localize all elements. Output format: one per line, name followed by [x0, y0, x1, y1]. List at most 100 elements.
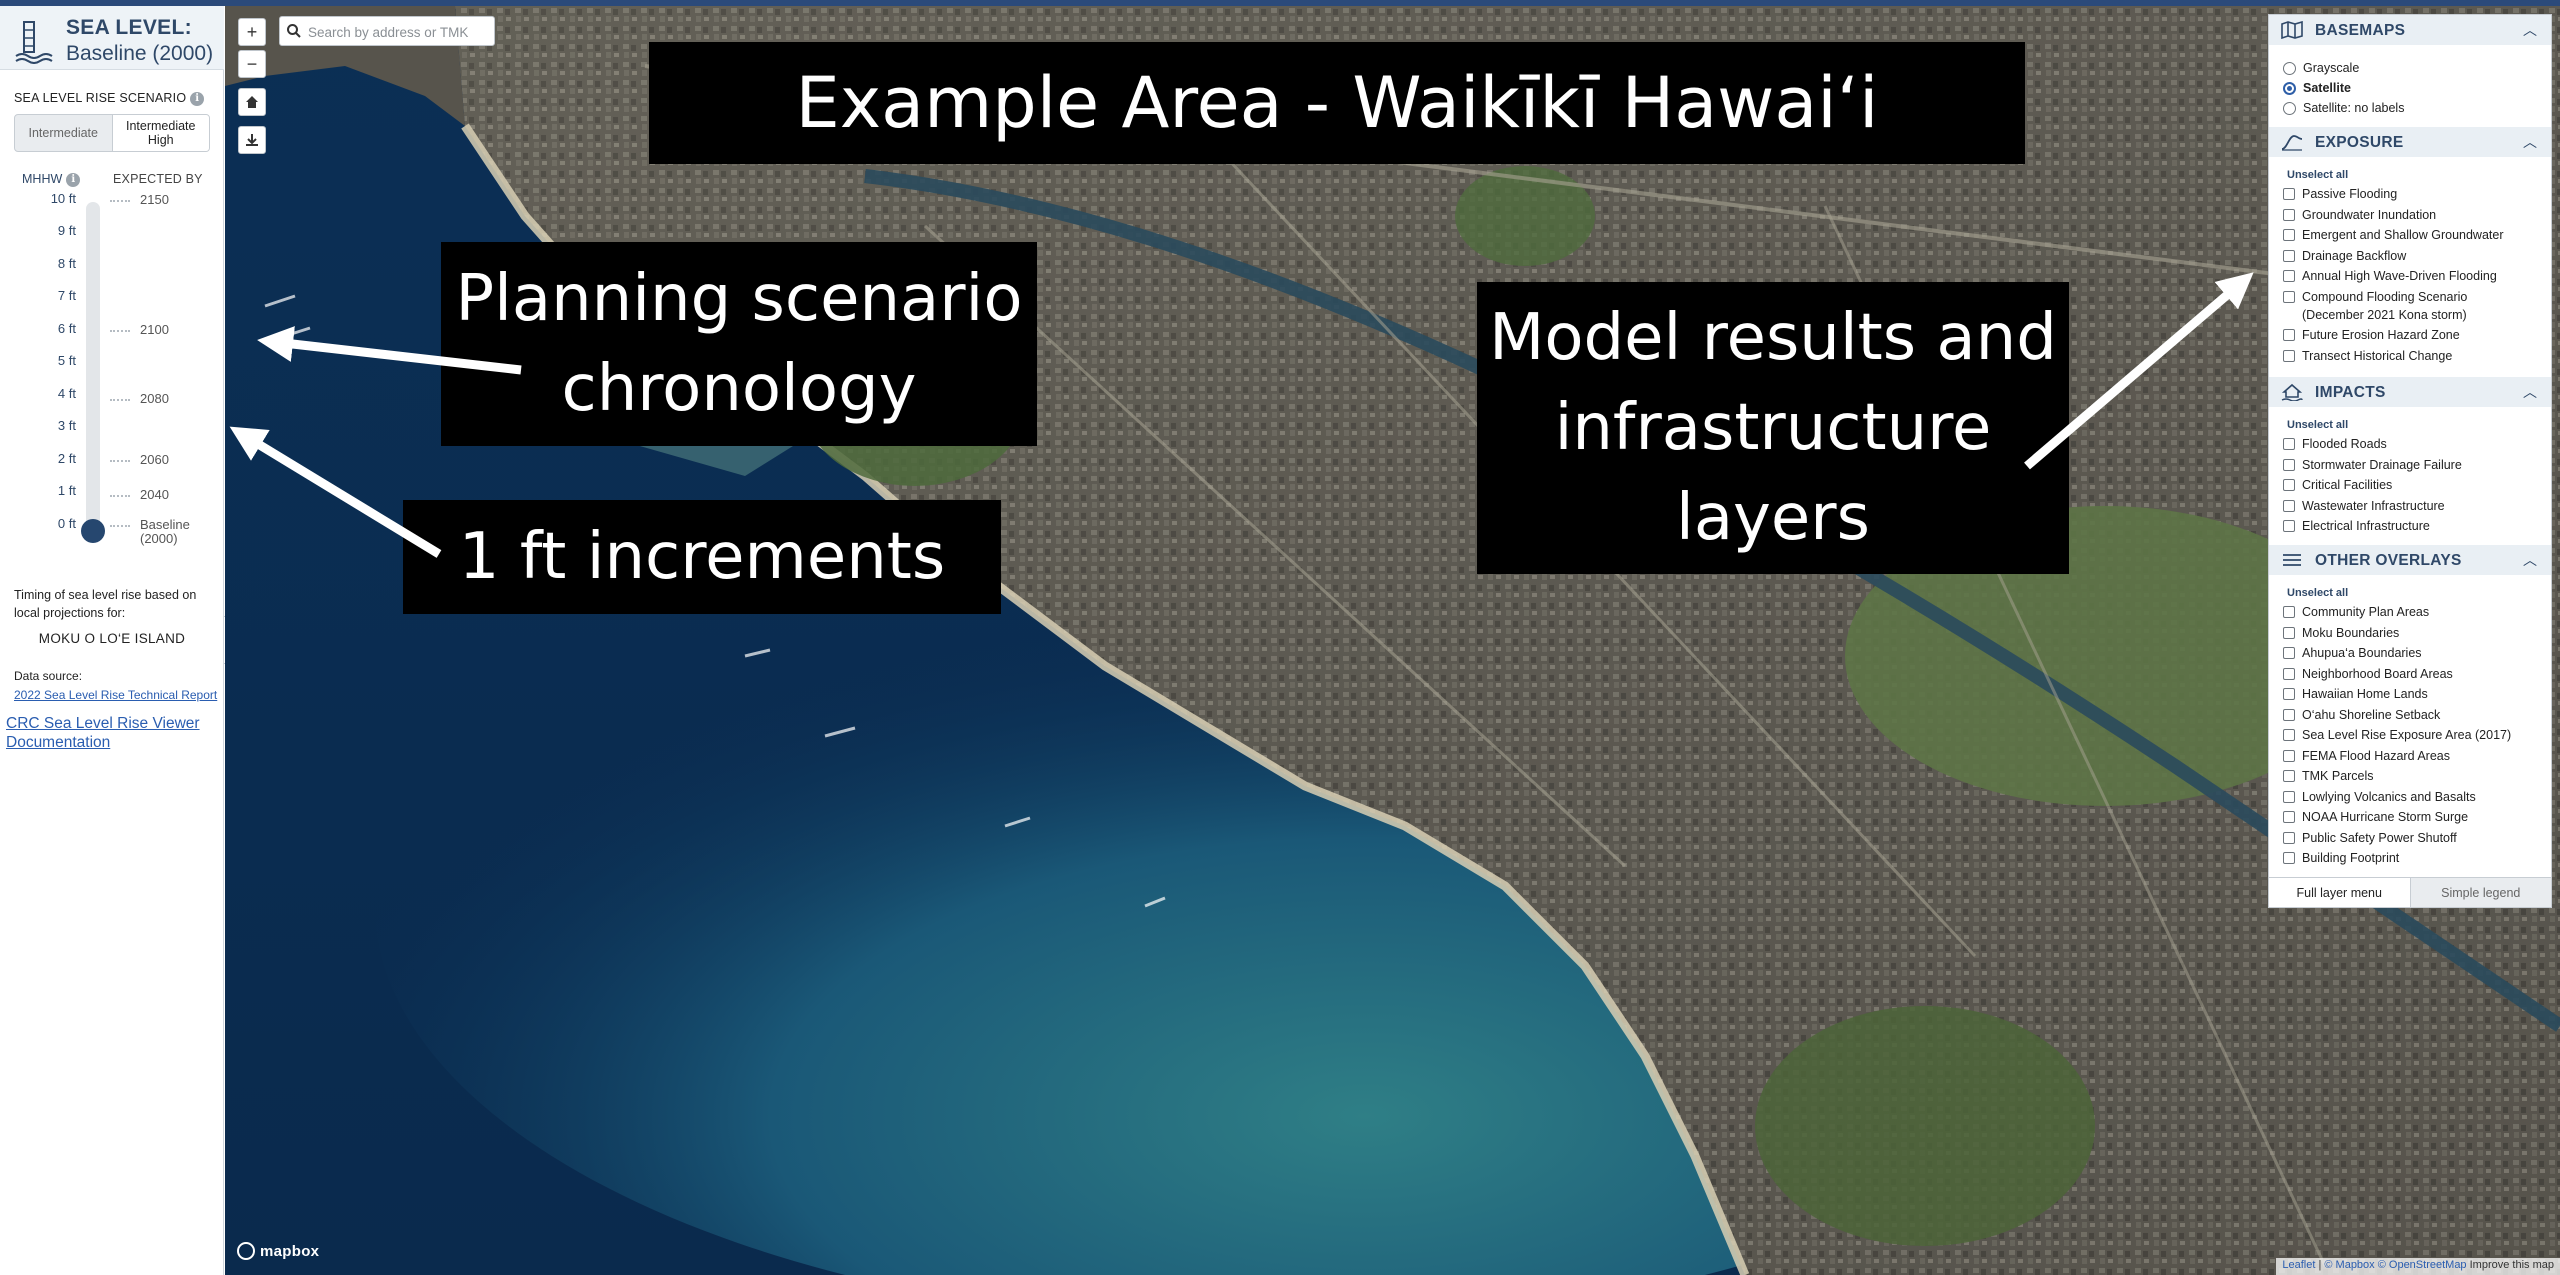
checkbox[interactable]: [2283, 329, 2295, 341]
basemaps-section-header[interactable]: BASEMAPS ︿: [2269, 15, 2551, 45]
checkbox[interactable]: [2283, 209, 2295, 221]
level-label-6ft[interactable]: 6 ft: [30, 321, 76, 336]
layer-fema-flood[interactable]: FEMA Flood Hazard Areas: [2283, 749, 2551, 763]
chevron-up-icon[interactable]: ︿: [2523, 132, 2537, 152]
tab-simple-legend[interactable]: Simple legend: [2410, 878, 2551, 907]
checkbox[interactable]: [2283, 627, 2295, 639]
chevron-up-icon[interactable]: ︿: [2523, 550, 2537, 570]
layer-wastewater[interactable]: Wastewater Infrastructure: [2283, 499, 2551, 513]
overlays-section-header[interactable]: OTHER OVERLAYS ︿: [2269, 545, 2551, 575]
checkbox[interactable]: [2283, 291, 2295, 303]
level-label-9ft[interactable]: 9 ft: [30, 223, 76, 238]
level-label-1ft[interactable]: 1 ft: [30, 483, 76, 498]
checkbox[interactable]: [2283, 832, 2295, 844]
checkbox[interactable]: [2283, 270, 2295, 282]
checkbox[interactable]: [2283, 520, 2295, 532]
level-label-7ft[interactable]: 7 ft: [30, 288, 76, 303]
layer-emergent-groundwater[interactable]: Emergent and Shallow Groundwater: [2283, 228, 2551, 242]
checkbox[interactable]: [2283, 688, 2295, 700]
search-input[interactable]: [308, 21, 488, 43]
layer-hurricane-surge[interactable]: NOAA Hurricane Storm Surge: [2283, 810, 2551, 824]
checkbox[interactable]: [2283, 229, 2295, 241]
checkbox[interactable]: [2283, 188, 2295, 200]
download-button[interactable]: [238, 126, 266, 154]
level-label-10ft[interactable]: 10 ft: [30, 191, 76, 206]
chevron-up-icon[interactable]: ︿: [2523, 20, 2537, 40]
layer-tmk-parcels[interactable]: TMK Parcels: [2283, 769, 2551, 783]
layer-ahupuaa-boundaries[interactable]: Ahupua‘a Boundaries: [2283, 646, 2551, 660]
level-label-4ft[interactable]: 4 ft: [30, 386, 76, 401]
checkbox[interactable]: [2283, 729, 2295, 741]
mapbox-logo[interactable]: mapbox: [237, 1242, 319, 1260]
level-label-3ft[interactable]: 3 ft: [30, 418, 76, 433]
layer-hawaiian-home-lands[interactable]: Hawaiian Home Lands: [2283, 687, 2551, 701]
checkbox[interactable]: [2283, 668, 2295, 680]
level-label-0ft[interactable]: 0 ft: [30, 516, 76, 531]
layer-groundwater-inundation[interactable]: Groundwater Inundation: [2283, 208, 2551, 222]
exposure-section-header[interactable]: EXPOSURE ︿: [2269, 127, 2551, 157]
impacts-unselect-all[interactable]: Unselect all: [2287, 419, 2348, 431]
radio-button-selected[interactable]: [2283, 81, 2296, 95]
layer-moku-boundaries[interactable]: Moku Boundaries: [2283, 626, 2551, 640]
layer-erosion-hazard[interactable]: Future Erosion Hazard Zone: [2283, 328, 2551, 342]
layer-critical-facilities[interactable]: Critical Facilities: [2283, 478, 2551, 492]
layer-shoreline-setback[interactable]: O‘ahu Shoreline Setback: [2283, 708, 2551, 722]
scenario-intermediate-button[interactable]: Intermediate: [15, 115, 112, 151]
sea-level-slider-thumb[interactable]: [81, 519, 105, 543]
checkbox[interactable]: [2283, 709, 2295, 721]
layer-building-footprint[interactable]: Building Footprint: [2283, 851, 2551, 865]
layer-power-shutoff[interactable]: Public Safety Power Shutoff: [2283, 831, 2551, 845]
layer-wave-driven-flooding[interactable]: Annual High Wave-Driven Flooding: [2283, 269, 2551, 283]
basemap-satellite[interactable]: Satellite: [2283, 81, 2551, 95]
layer-electrical[interactable]: Electrical Infrastructure: [2283, 519, 2551, 533]
checkbox[interactable]: [2283, 750, 2295, 762]
layer-compound-flooding[interactable]: Compound Flooding Scenario: [2283, 290, 2551, 304]
tab-full-layer-menu[interactable]: Full layer menu: [2269, 878, 2411, 907]
zoom-in-button[interactable]: +: [238, 18, 266, 46]
checkbox[interactable]: [2283, 438, 2295, 450]
basemap-grayscale[interactable]: Grayscale: [2283, 61, 2551, 75]
zoom-out-button[interactable]: −: [238, 50, 266, 78]
level-label-2ft[interactable]: 2 ft: [30, 451, 76, 466]
osm-link[interactable]: © OpenStreetMap: [2378, 1259, 2467, 1271]
basemap-satellite-no-labels[interactable]: Satellite: no labels: [2283, 101, 2551, 115]
mhhw-info-icon[interactable]: i: [66, 173, 81, 187]
map-view[interactable]: + − Example Area - Waikīkī Hawaiʻi Plann…: [225, 6, 2560, 1275]
layer-lowlying-volcanics[interactable]: Lowlying Volcanics and Basalts: [2283, 790, 2551, 804]
checkbox[interactable]: [2283, 811, 2295, 823]
radio-button[interactable]: [2283, 101, 2296, 115]
checkbox[interactable]: [2283, 250, 2295, 262]
level-label-8ft[interactable]: 8 ft: [30, 256, 76, 271]
checkbox[interactable]: [2283, 350, 2295, 362]
level-label-5ft[interactable]: 5 ft: [30, 353, 76, 368]
leaflet-link[interactable]: Leaflet: [2282, 1259, 2315, 1271]
info-icon[interactable]: i: [190, 92, 205, 106]
checkbox[interactable]: [2283, 647, 2295, 659]
improve-map-link[interactable]: Improve this map: [2470, 1259, 2554, 1271]
checkbox[interactable]: [2283, 852, 2295, 864]
checkbox[interactable]: [2283, 479, 2295, 491]
layer-transect-change[interactable]: Transect Historical Change: [2283, 349, 2551, 363]
layer-passive-flooding[interactable]: Passive Flooding: [2283, 187, 2551, 201]
layer-neighborhood-board[interactable]: Neighborhood Board Areas: [2283, 667, 2551, 681]
home-button[interactable]: [238, 88, 266, 116]
scenario-intermediate-high-button[interactable]: Intermediate High: [111, 115, 209, 151]
overlays-unselect-all[interactable]: Unselect all: [2287, 587, 2348, 599]
chevron-up-icon[interactable]: ︿: [2523, 382, 2537, 402]
mapbox-link[interactable]: © Mapbox: [2324, 1259, 2374, 1271]
checkbox[interactable]: [2283, 791, 2295, 803]
radio-button[interactable]: [2283, 61, 2296, 75]
sea-level-slider-track[interactable]: [86, 202, 100, 532]
impacts-section-header[interactable]: IMPACTS ︿: [2269, 377, 2551, 407]
layer-community-plan[interactable]: Community Plan Areas: [2283, 605, 2551, 619]
checkbox[interactable]: [2283, 770, 2295, 782]
checkbox[interactable]: [2283, 606, 2295, 618]
checkbox[interactable]: [2283, 500, 2295, 512]
layer-drainage-backflow[interactable]: Drainage Backflow: [2283, 249, 2551, 263]
checkbox[interactable]: [2283, 459, 2295, 471]
layer-flooded-roads[interactable]: Flooded Roads: [2283, 437, 2551, 451]
exposure-unselect-all[interactable]: Unselect all: [2287, 169, 2348, 181]
documentation-link[interactable]: CRC Sea Level Rise Viewer Documentation: [6, 714, 216, 752]
layer-stormwater-failure[interactable]: Stormwater Drainage Failure: [2283, 458, 2551, 472]
data-source-link[interactable]: 2022 Sea Level Rise Technical Report: [14, 688, 217, 702]
